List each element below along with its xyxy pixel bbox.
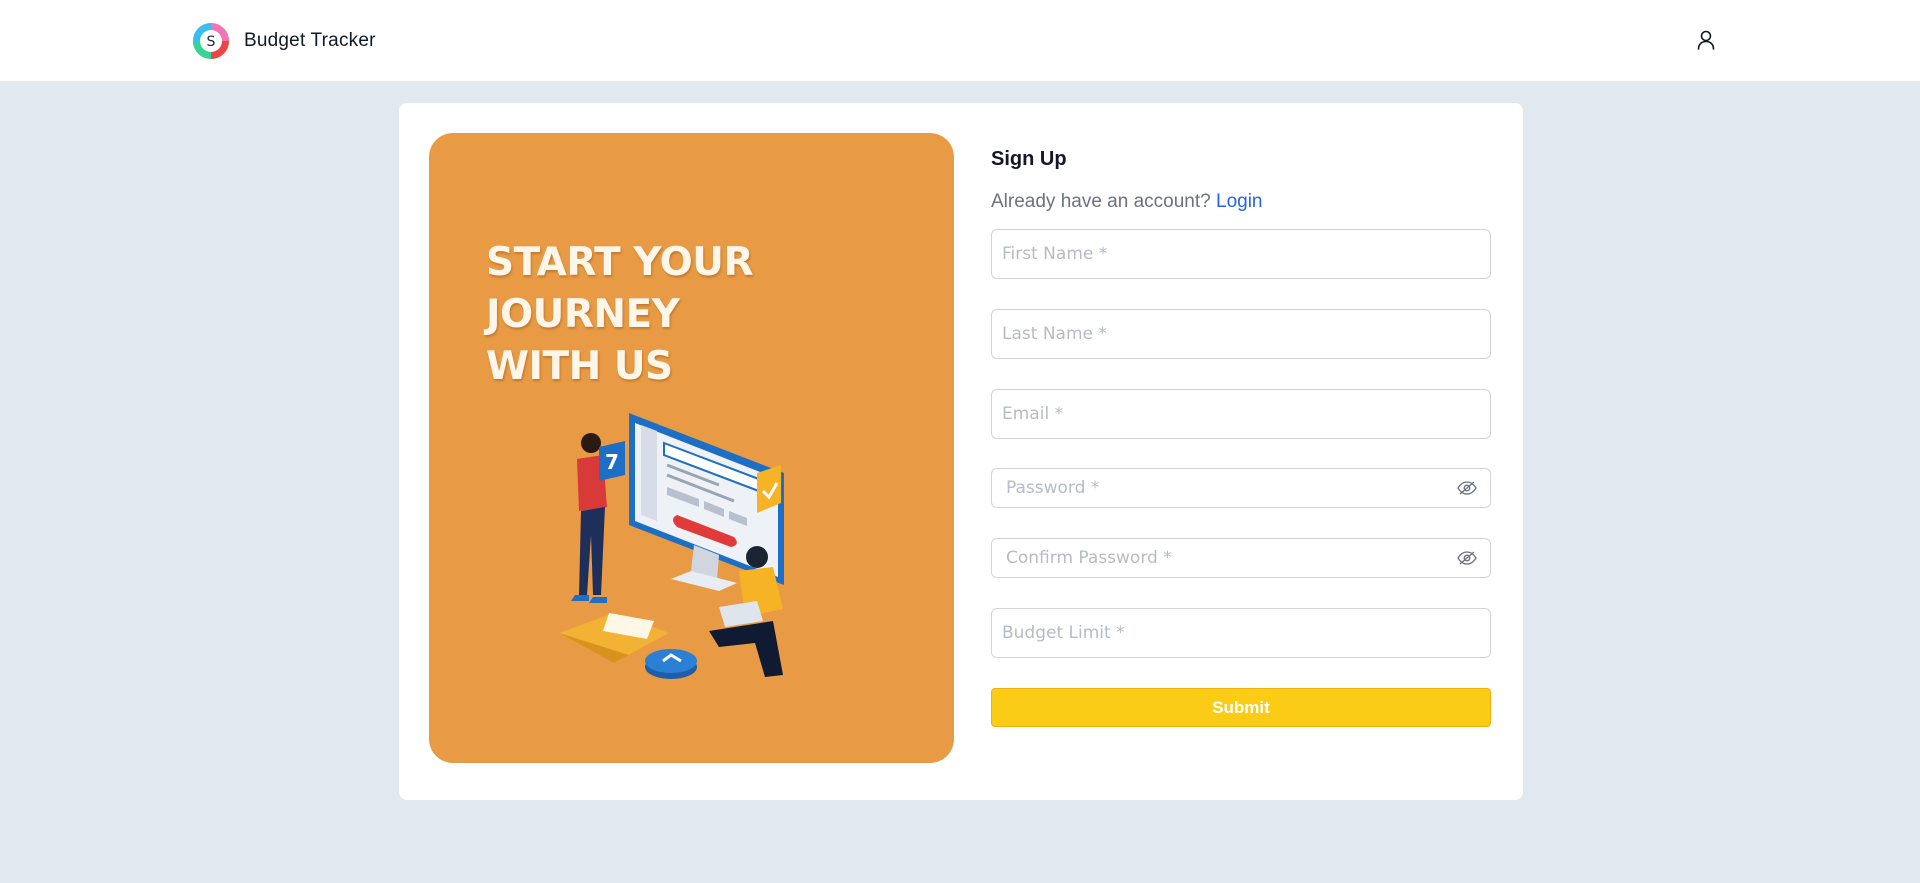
user-icon <box>1697 30 1715 50</box>
brand-name: Budget Tracker <box>244 30 376 51</box>
online-form-illustration-icon: 7 <box>559 413 784 679</box>
first-name-input[interactable] <box>992 230 1490 278</box>
budget-tracker-logo-icon: S <box>193 23 229 59</box>
eye-off-icon <box>1457 551 1477 565</box>
brand[interactable]: S Budget Tracker <box>192 22 376 60</box>
login-link[interactable]: Login <box>1216 191 1263 212</box>
email-field <box>991 389 1491 439</box>
confirm-password-field <box>991 538 1491 578</box>
user-account-button[interactable] <box>1692 26 1720 54</box>
budget-limit-input[interactable] <box>992 609 1490 657</box>
password-field <box>991 468 1491 508</box>
confirm-password-visibility-toggle[interactable] <box>1456 547 1478 569</box>
form-title: Sign Up <box>991 148 1067 170</box>
password-visibility-toggle[interactable] <box>1456 477 1478 499</box>
password-input[interactable] <box>992 469 1490 507</box>
login-prompt-text: Already have an account? <box>991 191 1211 212</box>
eye-off-icon <box>1457 481 1477 495</box>
hero-title-line-2: WITH US <box>486 344 673 389</box>
illustration-card-digit: 7 <box>605 450 619 474</box>
top-navbar: S Budget Tracker <box>0 0 1920 81</box>
confirm-password-input[interactable] <box>992 539 1490 577</box>
budget-limit-field <box>991 608 1491 658</box>
last-name-field <box>991 309 1491 359</box>
last-name-input[interactable] <box>992 310 1490 358</box>
login-prompt-row: Already have an account? Login <box>991 191 1263 213</box>
submit-button[interactable]: Submit <box>991 688 1491 727</box>
hero-panel: START YOUR JOURNEY WITH US 7 <box>429 133 954 763</box>
hero-title: START YOUR JOURNEY WITH US <box>486 237 926 393</box>
first-name-field <box>991 229 1491 279</box>
signup-card: START YOUR JOURNEY WITH US 7 Sign Up Alr… <box>399 103 1523 800</box>
hero-title-line-1: START YOUR JOURNEY <box>486 240 754 337</box>
logo-letter: S <box>207 34 216 50</box>
email-input[interactable] <box>992 390 1490 438</box>
